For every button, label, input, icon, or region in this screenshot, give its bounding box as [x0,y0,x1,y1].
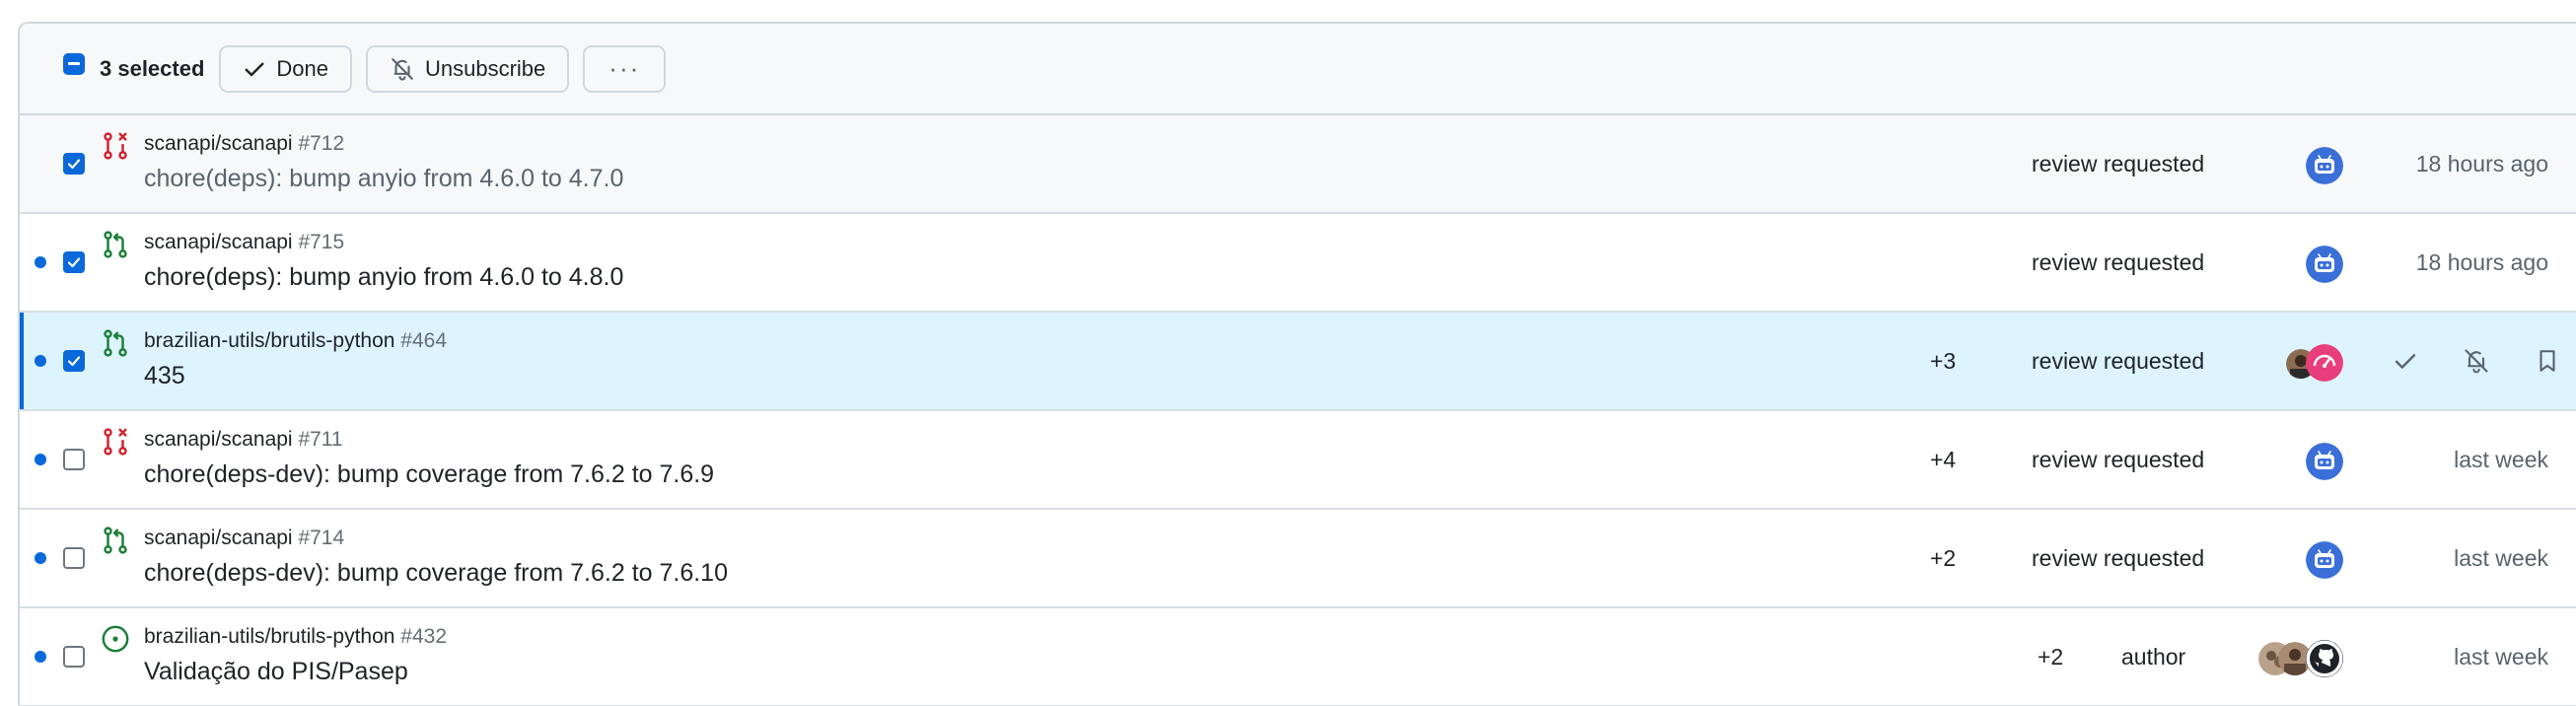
repo-name: brazilian-utils/brutils-python #464 [144,329,448,352]
avatar[interactable] [2306,640,2343,677]
repo-name: scanapi/scanapi #711 [144,428,343,451]
unsubscribe-row-button[interactable] [2459,343,2494,379]
done-label: Done [276,55,328,81]
repo-name: scanapi/scanapi #714 [144,527,345,549]
notification-reason: review requested [2032,151,2205,176]
timestamp: 18 hours ago [2415,249,2548,275]
unsubscribe-button[interactable]: Unsubscribe [366,44,570,93]
open-pull-request-icon [104,329,127,357]
avatar[interactable] [2306,443,2343,480]
row-checkbox[interactable] [63,547,85,569]
participant-count: +3 [1930,348,1957,374]
notification-row[interactable]: scanapi/scanapi #711 chore(deps-dev): bu… [20,411,2576,510]
bell-slash-icon [392,57,413,81]
row-checkbox[interactable] [63,449,85,470]
timestamp: last week [2454,447,2548,472]
notification-title[interactable]: chore(deps): bump anyio from 4.6.0 to 4.… [144,165,623,193]
notification-row[interactable]: scanapi/scanapi #712 chore(deps): bump a… [20,115,2576,214]
selected-count: 3 selected [100,55,205,81]
notification-title[interactable]: chore(deps): bump anyio from 4.6.0 to 4.… [144,263,623,292]
notification-reason: review requested [2032,249,2205,275]
more-actions-button[interactable]: ··· [583,44,667,93]
notification-row[interactable]: scanapi/scanapi #714 chore(deps-dev): bu… [20,510,2576,608]
notification-reason: review requested [2032,545,2205,571]
open-issue-icon [102,625,129,653]
row-checkbox[interactable] [63,153,85,175]
timestamp: last week [2454,545,2548,571]
bookmark-icon [2540,350,2555,372]
participant-count: +2 [2038,644,2064,670]
avatar[interactable] [2306,246,2343,283]
notification-title[interactable]: 435 [144,362,185,390]
avatar[interactable] [2306,147,2343,184]
repo-name: brazilian-utils/brutils-python #432 [144,625,448,648]
unread-indicator [35,256,46,268]
done-button[interactable]: Done [219,44,352,93]
kebab-icon: ··· [608,53,641,83]
notification-reason: review requested [2032,447,2205,472]
save-button[interactable] [2530,343,2565,379]
notification-title[interactable]: Validação do PIS/Pasep [144,658,408,686]
bulk-actions-toolbar: 3 selected Done Unsubscribe ··· [20,24,2576,115]
issue-number: #714 [298,527,345,549]
avatar[interactable] [2306,344,2343,382]
row-checkbox[interactable] [63,646,85,668]
issue-number: #712 [298,132,345,155]
issue-number: #715 [298,231,345,253]
open-pull-request-icon [104,231,127,258]
avatar[interactable] [2306,541,2343,579]
notification-row[interactable]: brazilian-utils/brutils-python #432 Vali… [20,608,2576,706]
closed-pull-request-icon [104,428,127,456]
closed-pull-request-icon [104,132,127,160]
row-checkbox[interactable] [63,350,85,372]
issue-number: #432 [400,625,448,648]
mark-done-button[interactable] [2388,343,2423,379]
timestamp: 18 hours ago [2415,151,2548,176]
repo-name: scanapi/scanapi #712 [144,132,345,155]
notification-row[interactable]: scanapi/scanapi #715 chore(deps): bump a… [20,214,2576,313]
check-icon [2395,354,2416,369]
notification-title[interactable]: chore(deps-dev): bump coverage from 7.6.… [144,559,728,588]
issue-number: #464 [400,329,448,352]
check-icon [245,62,264,76]
repo-name: scanapi/scanapi #715 [144,231,345,253]
unread-indicator [35,651,46,663]
participant-count: +4 [1930,447,1957,472]
notifications-panel: 3 selected Done Unsubscribe ··· scanapi/… [18,22,2576,706]
participant-count: +2 [1930,545,1957,571]
unsubscribe-label: Unsubscribe [425,55,546,81]
bell-slash-icon [2465,349,2488,374]
select-all-checkbox[interactable] [63,52,85,75]
notification-row[interactable]: brazilian-utils/brutils-python #464 435 … [20,313,2576,411]
open-pull-request-icon [104,527,127,554]
issue-number: #711 [298,428,343,451]
notification-title[interactable]: chore(deps-dev): bump coverage from 7.6.… [144,460,714,489]
unread-indicator [35,454,46,465]
timestamp: last week [2454,644,2548,670]
notification-reason: review requested [2032,348,2205,374]
notification-reason: author [2121,644,2186,670]
unread-indicator [35,355,46,367]
unread-indicator [35,552,46,564]
row-checkbox[interactable] [63,251,85,273]
